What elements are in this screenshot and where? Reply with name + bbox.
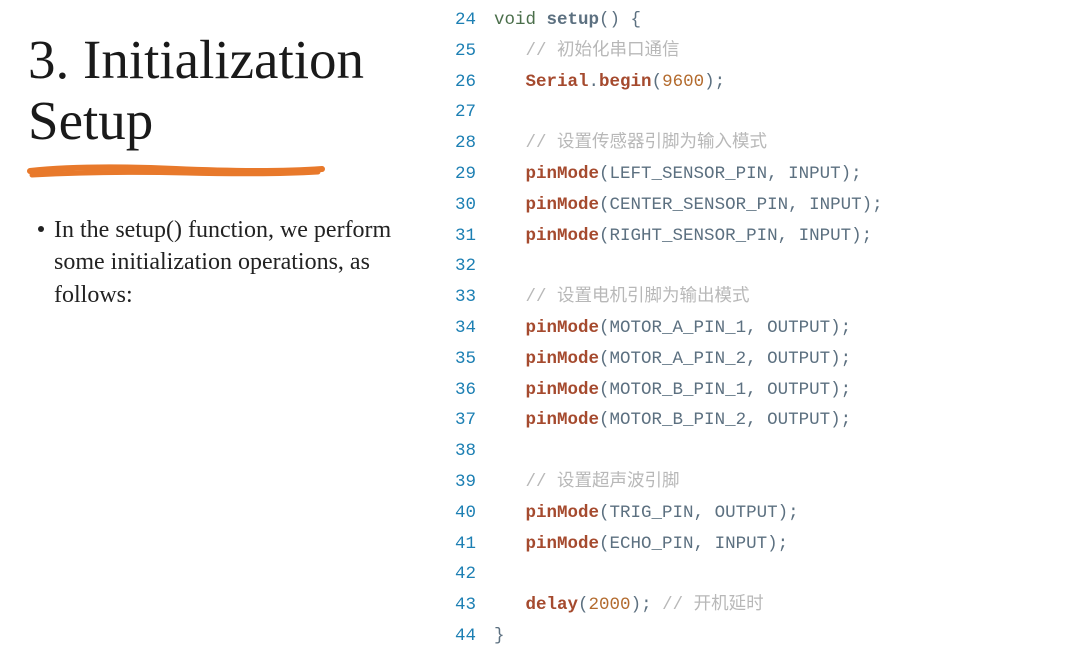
line-number: 43 (440, 590, 494, 621)
line-number: 38 (440, 436, 494, 467)
line-number: 36 (440, 375, 494, 406)
line-number: 29 (440, 159, 494, 190)
code-block: 24void setup() {25 // 初始化串口通信26 Serial.b… (440, 5, 1070, 652)
line-number: 30 (440, 190, 494, 221)
code-line: 29 pinMode(LEFT_SENSOR_PIN, INPUT); (440, 159, 1070, 190)
text-panel: 3. Initialization Setup In the setup() f… (0, 0, 440, 671)
code-line: 28 // 设置传感器引脚为输入模式 (440, 128, 1070, 159)
code-content: pinMode(MOTOR_A_PIN_1, OUTPUT); (494, 313, 1070, 344)
code-content (494, 97, 1070, 128)
body-text: In the setup() function, we perform some… (54, 214, 414, 311)
line-number: 39 (440, 467, 494, 498)
line-number: 31 (440, 221, 494, 252)
code-content (494, 436, 1070, 467)
code-line: 36 pinMode(MOTOR_B_PIN_1, OUTPUT); (440, 375, 1070, 406)
code-content: pinMode(MOTOR_A_PIN_2, OUTPUT); (494, 344, 1070, 375)
code-content: Serial.begin(9600); (494, 67, 1070, 98)
code-content: // 设置电机引脚为输出模式 (494, 282, 1070, 313)
code-content: void setup() { (494, 5, 1070, 36)
code-content: // 设置超声波引脚 (494, 467, 1070, 498)
line-number: 34 (440, 313, 494, 344)
line-number: 44 (440, 621, 494, 652)
code-line: 42 (440, 559, 1070, 590)
code-line: 33 // 设置电机引脚为输出模式 (440, 282, 1070, 313)
line-number: 25 (440, 36, 494, 67)
code-line: 38 (440, 436, 1070, 467)
code-line: 41 pinMode(ECHO_PIN, INPUT); (440, 529, 1070, 560)
code-line: 30 pinMode(CENTER_SENSOR_PIN, INPUT); (440, 190, 1070, 221)
code-content: pinMode(RIGHT_SENSOR_PIN, INPUT); (494, 221, 1070, 252)
bullet-icon (38, 226, 44, 232)
code-line: 24void setup() { (440, 5, 1070, 36)
code-line: 40 pinMode(TRIG_PIN, OUTPUT); (440, 498, 1070, 529)
code-line: 39 // 设置超声波引脚 (440, 467, 1070, 498)
line-number: 26 (440, 67, 494, 98)
code-content: delay(2000); // 开机延时 (494, 590, 1070, 621)
line-number: 41 (440, 529, 494, 560)
code-content: pinMode(LEFT_SENSOR_PIN, INPUT); (494, 159, 1070, 190)
line-number: 32 (440, 251, 494, 282)
code-line: 32 (440, 251, 1070, 282)
code-line: 37 pinMode(MOTOR_B_PIN_2, OUTPUT); (440, 405, 1070, 436)
code-content (494, 251, 1070, 282)
code-line: 26 Serial.begin(9600); (440, 67, 1070, 98)
line-number: 35 (440, 344, 494, 375)
code-line: 34 pinMode(MOTOR_A_PIN_1, OUTPUT); (440, 313, 1070, 344)
bullet-item: In the setup() function, we perform some… (28, 214, 420, 311)
code-content (494, 559, 1070, 590)
code-content: pinMode(MOTOR_B_PIN_1, OUTPUT); (494, 375, 1070, 406)
code-content: // 设置传感器引脚为输入模式 (494, 128, 1070, 159)
line-number: 24 (440, 5, 494, 36)
code-content: pinMode(TRIG_PIN, OUTPUT); (494, 498, 1070, 529)
code-content: // 初始化串口通信 (494, 36, 1070, 67)
slide-title: 3. Initialization Setup (28, 30, 420, 151)
code-line: 44} (440, 621, 1070, 652)
code-line: 27 (440, 97, 1070, 128)
code-content: pinMode(CENTER_SENSOR_PIN, INPUT); (494, 190, 1070, 221)
line-number: 27 (440, 97, 494, 128)
line-number: 37 (440, 405, 494, 436)
line-number: 28 (440, 128, 494, 159)
code-panel: 24void setup() {25 // 初始化串口通信26 Serial.b… (440, 0, 1080, 671)
line-number: 33 (440, 282, 494, 313)
code-content: } (494, 621, 1070, 652)
code-line: 25 // 初始化串口通信 (440, 36, 1070, 67)
title-underline (26, 159, 326, 181)
code-line: 31 pinMode(RIGHT_SENSOR_PIN, INPUT); (440, 221, 1070, 252)
code-line: 43 delay(2000); // 开机延时 (440, 590, 1070, 621)
code-content: pinMode(ECHO_PIN, INPUT); (494, 529, 1070, 560)
line-number: 40 (440, 498, 494, 529)
code-line: 35 pinMode(MOTOR_A_PIN_2, OUTPUT); (440, 344, 1070, 375)
code-content: pinMode(MOTOR_B_PIN_2, OUTPUT); (494, 405, 1070, 436)
line-number: 42 (440, 559, 494, 590)
